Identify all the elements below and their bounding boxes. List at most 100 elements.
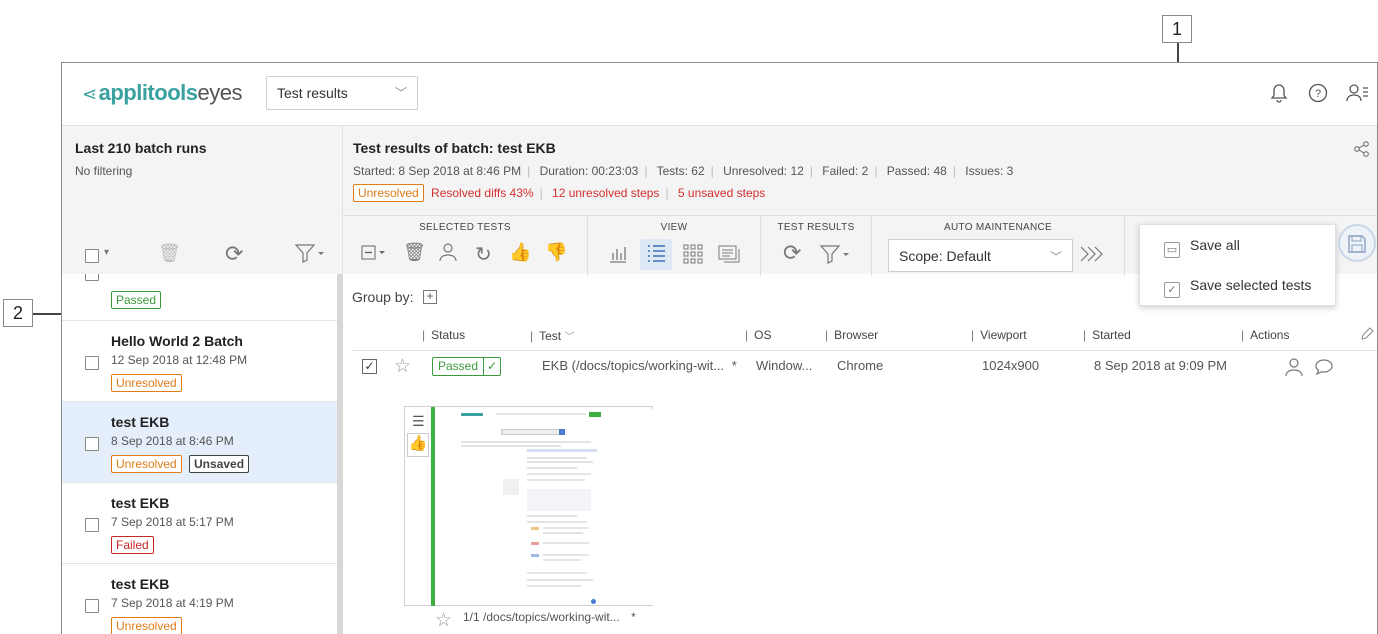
- column-started[interactable]: | Started: [1083, 328, 1131, 342]
- group-by-label: Group by:: [352, 289, 414, 305]
- column-browser-label: Browser: [834, 328, 879, 342]
- batch-stats: Started: 8 Sep 2018 at 8:46 PM | Duration…: [353, 164, 1014, 178]
- step-mark: *: [631, 610, 636, 624]
- column-os[interactable]: | OS: [745, 328, 771, 342]
- batch-checkbox[interactable]: [85, 356, 99, 370]
- chevron-down-icon[interactable]: ▾: [104, 247, 109, 258]
- refresh-icon[interactable]: ⟳: [783, 240, 801, 266]
- trash-icon[interactable]: 🗑: [158, 243, 181, 264]
- bell-icon[interactable]: [1267, 82, 1291, 106]
- batch-status-badge: Unresolved: [353, 184, 424, 202]
- help-icon[interactable]: ?: [1306, 82, 1330, 106]
- column-viewport[interactable]: | Viewport: [971, 328, 1027, 342]
- viewport-cell: 1024x900: [982, 358, 1040, 373]
- batch-list-title: Last 210 batch runs: [75, 140, 207, 156]
- column-test-label: Test: [539, 329, 562, 343]
- column-browser[interactable]: | Browser: [825, 328, 878, 342]
- batch-list-filter-status: No filtering: [75, 164, 133, 178]
- thumbs-down-icon[interactable]: 👎: [545, 242, 567, 263]
- unresolved-steps-link[interactable]: 12 unresolved steps: [552, 186, 659, 200]
- details-view-icon[interactable]: [718, 244, 742, 269]
- batch-checkbox[interactable]: [85, 599, 99, 613]
- save-all-menu-item[interactable]: ▭ Save all: [1164, 237, 1240, 258]
- stat-duration: Duration: 00:23:03: [539, 164, 639, 178]
- batch-date: 8 Sep 2018 at 8:46 PM: [111, 434, 234, 448]
- star-icon[interactable]: ☆: [394, 355, 411, 378]
- sort-chevron-icon: ﹀: [564, 332, 575, 343]
- view-label: VIEW: [660, 222, 688, 233]
- svg-text:?: ?: [1315, 88, 1321, 100]
- filter-icon[interactable]: [294, 242, 326, 269]
- screenshot-preview: [441, 409, 653, 605]
- batch-title: Test results of batch: test EKB: [353, 140, 556, 156]
- batch-name: test EKB: [111, 414, 170, 430]
- batch-item[interactable]: test EKB 7 Sep 2018 at 5:17 PM Failed: [62, 483, 337, 564]
- batch-item[interactable]: Passed: [62, 274, 337, 321]
- undo-icon[interactable]: ↻: [475, 242, 492, 267]
- column-status-label: Status: [431, 328, 466, 342]
- batch-item-selected[interactable]: test EKB 8 Sep 2018 at 8:46 PM Unresolve…: [62, 402, 337, 483]
- callout-1: 1: [1162, 15, 1192, 43]
- share-icon[interactable]: [1353, 140, 1371, 161]
- column-status[interactable]: | Status: [422, 328, 465, 342]
- os-cell: Window...: [756, 358, 813, 373]
- batch-name: test EKB: [111, 495, 170, 511]
- batch-checkbox[interactable]: [85, 518, 99, 532]
- unsaved-badge: Unsaved: [189, 455, 250, 473]
- batch-name: test EKB: [111, 576, 170, 592]
- trash-icon[interactable]: 🗑: [403, 242, 426, 263]
- batch-checkbox[interactable]: [85, 274, 99, 281]
- scope-select[interactable]: Scope: Default ﹀: [888, 239, 1073, 272]
- select-mode-icon[interactable]: [361, 245, 387, 266]
- apply-maintenance-icon[interactable]: [1079, 245, 1107, 268]
- thumbs-up-icon[interactable]: 👍: [509, 242, 531, 263]
- step-thumbnail[interactable]: ☰ 👍: [404, 406, 653, 606]
- assign-user-icon[interactable]: [438, 242, 458, 267]
- save-selected-menu-item[interactable]: ✓ Save selected tests: [1164, 277, 1311, 298]
- batch-checkbox[interactable]: [85, 437, 99, 451]
- applitools-logo: ⋖applitoolseyes: [82, 80, 242, 106]
- check-icon: ✓: [1164, 282, 1180, 298]
- batch-list-header: Last 210 batch runs No filtering ▾ 🗑 ⟳: [62, 125, 343, 274]
- save-button[interactable]: [1338, 224, 1376, 262]
- step-caption-label: 1/1 /docs/topics/working-wit...: [463, 610, 620, 624]
- batch-list: Passed Hello World 2 Batch 12 Sep 2018 a…: [62, 274, 343, 634]
- user-menu-icon[interactable]: [1345, 82, 1369, 106]
- status-badge: Unresolved: [111, 617, 182, 634]
- batch-date: 12 Sep 2018 at 12:48 PM: [111, 353, 248, 367]
- test-name[interactable]: EKB (/docs/topics/working-wit... *: [542, 358, 737, 373]
- batch-name: Hello World 2 Batch: [111, 333, 243, 349]
- user-icon[interactable]: [1284, 357, 1304, 380]
- status-label: Passed: [438, 359, 479, 373]
- column-test[interactable]: | Test ﹀: [530, 328, 574, 343]
- check-icon: ✓: [483, 358, 500, 375]
- batch-item[interactable]: test EKB 7 Sep 2018 at 4:19 PM Unresolve…: [62, 564, 337, 634]
- started-cell: 8 Sep 2018 at 9:09 PM: [1094, 358, 1227, 373]
- stat-failed: Failed: 2: [822, 164, 869, 178]
- star-icon[interactable]: ☆: [435, 609, 452, 632]
- column-started-label: Started: [1092, 328, 1131, 342]
- stat-passed: Passed: 48: [886, 164, 947, 178]
- select-all-checkbox[interactable]: [85, 249, 99, 263]
- list-view-icon[interactable]: [640, 239, 672, 270]
- batch-item[interactable]: Hello World 2 Batch 12 Sep 2018 at 12:48…: [62, 321, 337, 402]
- thumbs-up-icon[interactable]: 👍: [407, 433, 429, 457]
- bar-chart-icon[interactable]: [608, 244, 628, 269]
- status-badge: Failed: [111, 536, 154, 554]
- selected-tests-group: SELECTED TESTS 🗑 ↻ 👍 👎: [343, 216, 588, 276]
- column-actions: | Actions: [1241, 328, 1290, 342]
- filter-icon[interactable]: [819, 244, 851, 269]
- grid-view-icon[interactable]: [683, 244, 703, 269]
- auto-maintenance-label: AUTO MAINTENANCE: [944, 222, 1052, 233]
- view-select-value: Test results: [277, 85, 348, 101]
- edit-columns-icon[interactable]: [1359, 326, 1375, 345]
- refresh-icon[interactable]: ⟳: [225, 241, 243, 267]
- add-group-button[interactable]: +: [423, 290, 437, 304]
- unsaved-steps-link[interactable]: 5 unsaved steps: [678, 186, 765, 200]
- row-checkbox-checked[interactable]: ✓: [362, 359, 377, 374]
- view-select[interactable]: Test results ﹀: [266, 76, 418, 110]
- logo-product: eyes: [197, 80, 242, 105]
- drag-handle-icon[interactable]: ☰: [412, 413, 425, 430]
- comment-icon[interactable]: [1314, 357, 1334, 380]
- save-selected-label: Save selected tests: [1190, 277, 1312, 293]
